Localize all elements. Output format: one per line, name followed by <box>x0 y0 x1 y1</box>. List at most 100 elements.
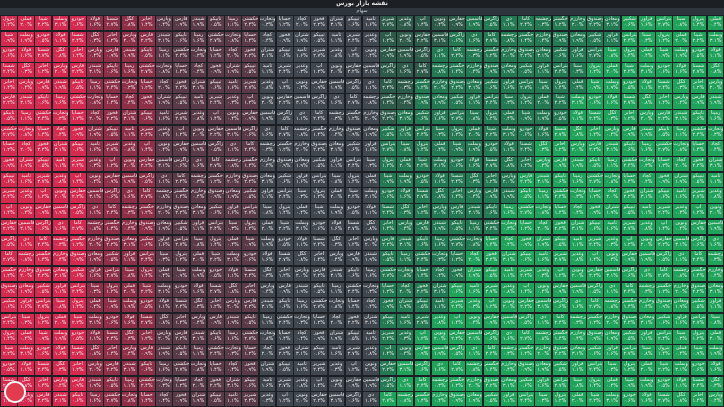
stock-tile[interactable]: تاپیکو ۰.۵% <box>137 46 156 63</box>
stock-tile[interactable]: وتجارت ۰.۸% <box>17 124 35 141</box>
stock-tile[interactable]: ومعادن ۱.۹% <box>224 187 242 204</box>
stock-tile[interactable]: فولاد ۱.۶% <box>534 124 553 141</box>
stock-tile[interactable]: ونوین ۰.۴% <box>362 46 380 63</box>
stock-tile[interactable]: کچاد ۲.۰% <box>189 375 208 392</box>
stock-tile[interactable]: دی ۱.۶% <box>327 93 346 110</box>
stock-tile[interactable]: وصندوق ۰.۹% <box>586 328 604 345</box>
stock-tile[interactable]: خودرو ۰.۵% <box>206 265 225 283</box>
stock-tile[interactable]: وتجارت ۰.۸% <box>86 93 104 110</box>
stock-tile[interactable]: بترانس ۲.۷% <box>379 140 397 157</box>
stock-tile[interactable]: ومعادن ۱.۹% <box>362 124 380 141</box>
stock-tile[interactable]: کگل ۰.۸% <box>155 312 173 330</box>
stock-tile[interactable]: کگل ۰.۸% <box>224 281 242 298</box>
stock-tile[interactable]: فارس ۲.۲% <box>68 62 87 79</box>
stock-tile[interactable]: سیتا ۰.۸% <box>189 234 208 251</box>
stock-tile[interactable]: حکشتی ۲.۷% <box>172 359 191 377</box>
stock-tile[interactable]: فخوز ۲.۲% <box>689 156 708 173</box>
stock-tile[interactable]: وخارزم ۲.۰% <box>17 265 35 283</box>
stock-tile[interactable]: وتجارت ۰.۸% <box>672 140 691 157</box>
stock-tile[interactable]: بترانس ۲.۴% <box>0 312 18 330</box>
stock-tile[interactable]: وتجارت ۰.۳% <box>258 15 277 32</box>
stock-tile[interactable]: ثامید ۱.۱% <box>258 62 277 79</box>
stock-tile[interactable]: زاگرس ۰.۵% <box>655 250 673 267</box>
stock-tile[interactable]: شپنا ۰.۹% <box>0 30 18 47</box>
stock-tile[interactable]: اخابر ۱.۴% <box>689 391 708 407</box>
stock-tile[interactable]: فاسمین ۱.۹% <box>430 344 449 361</box>
stock-tile[interactable]: حفارس ۰.۹% <box>448 15 466 32</box>
stock-tile[interactable]: بترانس ۲.۴% <box>586 359 604 377</box>
stock-tile[interactable]: ومعادن ۱.۹% <box>86 250 104 267</box>
stock-tile[interactable]: وتجارت ۰.۸% <box>120 391 139 407</box>
stock-tile[interactable]: شبریز ۲.۷% <box>379 15 397 32</box>
stock-tile[interactable]: کاما ۲.۴% <box>34 234 53 251</box>
stock-tile[interactable]: کچاد ۲.۰% <box>534 218 553 235</box>
stock-tile[interactable]: وصندوق ۰.۹% <box>137 218 156 235</box>
stock-tile[interactable]: خساپا ۱.۴% <box>413 265 432 283</box>
stock-tile[interactable]: وغدیر ۰.۳% <box>534 265 553 283</box>
stock-tile[interactable]: شکبیر ۰.۶% <box>517 375 535 392</box>
stock-tile[interactable]: حکشتی ۲.۴% <box>482 218 501 235</box>
stock-tile[interactable]: کچاد ۰.۴% <box>51 124 70 141</box>
stock-tile[interactable]: فملی ۲.۰% <box>120 281 139 298</box>
stock-tile[interactable]: کاما ۲.۷% <box>275 124 294 141</box>
stock-tile[interactable]: حفارس ۲.۲% <box>310 391 329 407</box>
stock-tile[interactable]: تاپیکو ۰.۶% <box>34 93 53 110</box>
stock-tile[interactable]: دی ۱.۱% <box>430 46 449 63</box>
stock-tile[interactable]: شبندر ۳.۱% <box>672 109 691 126</box>
stock-tile[interactable]: حفارس ۲.۲% <box>344 62 363 79</box>
stock-tile[interactable]: وبملت ۱.۹% <box>17 30 35 47</box>
stock-tile[interactable]: وبملت ۳.۱% <box>430 156 449 173</box>
stock-tile[interactable]: تیپیکو ۰.۶% <box>379 312 397 330</box>
stock-tile[interactable]: اخابر۱.۲% <box>620 109 639 126</box>
stock-tile[interactable]: فملی ۲.۰% <box>396 156 415 173</box>
stock-tile[interactable]: تاپیکو ۰.۶% <box>344 265 363 283</box>
stock-tile[interactable]: سیتا ۰.۳% <box>534 391 553 407</box>
stock-tile[interactable]: سیتا ۰.۳% <box>672 328 691 345</box>
stock-tile[interactable]: فملی ۰.۴% <box>499 109 518 126</box>
stock-tile[interactable]: تاپیکو ۰.۶% <box>275 297 294 314</box>
stock-tile[interactable]: پترول ۱.۴% <box>620 46 639 63</box>
stock-tile[interactable]: شکبیر ۰.۶% <box>655 312 673 330</box>
stock-tile[interactable]: ومعادن ۱.۹% <box>465 391 484 407</box>
stock-tile[interactable]: دی ۱.۶% <box>499 328 518 345</box>
stock-tile[interactable]: فاسمین ۱.۹% <box>327 77 346 94</box>
stock-tile[interactable]: دی ۱.۶% <box>465 30 484 47</box>
stock-tile[interactable]: آپ ۱.۴% <box>206 109 225 126</box>
stock-tile[interactable]: ومعادن ۳.۱% <box>465 77 484 94</box>
stock-tile[interactable]: وپارس ۰.۴% <box>17 77 35 94</box>
stock-tile[interactable]: آپ ۱.۴% <box>655 218 673 235</box>
stock-tile[interactable]: شبریز ۲.۷% <box>172 109 191 126</box>
stock-tile[interactable]: سرچشمه۰.۳% <box>706 250 724 267</box>
stock-tile[interactable]: کگل ۰.۸% <box>86 344 104 361</box>
stock-tile[interactable]: وغدیر ۰.۸% <box>258 77 277 94</box>
stock-tile[interactable]: ونوین ۰.۴% <box>17 203 35 220</box>
stock-tile[interactable]: رمپنا ۱.۱% <box>120 375 139 392</box>
stock-tile[interactable]: حکشتی ۲.۷% <box>310 297 329 314</box>
stock-tile[interactable]: فملی ۲.۰% <box>568 391 587 407</box>
stock-tile[interactable]: فاسمین ۱.۹% <box>189 140 208 157</box>
stock-tile[interactable]: بترانس ۲.۷% <box>172 234 191 251</box>
stock-tile[interactable]: شپنا ۲.۲% <box>344 187 363 204</box>
stock-tile[interactable]: کگل ۰.۸% <box>672 391 691 407</box>
stock-tile[interactable]: بترانس ۲.۷% <box>34 297 53 314</box>
stock-tile[interactable]: شستا۲.۷% <box>655 391 673 407</box>
stock-tile[interactable]: حکشتی ۲.۷% <box>137 62 156 79</box>
stock-tile[interactable]: خگستر ۱.۴% <box>379 93 397 110</box>
stock-tile[interactable]: فاسمین ۳.۱% <box>430 30 449 47</box>
stock-tile[interactable]: شبندر ۳.۱% <box>603 140 622 157</box>
stock-tile[interactable]: وصندوق ۲.۲% <box>586 15 604 32</box>
stock-tile[interactable]: وتجارت ۰.۳% <box>224 344 242 361</box>
stock-tile[interactable]: خگستر ۱.۲% <box>517 344 535 361</box>
stock-tile[interactable]: کچاد ۲.۰% <box>396 281 415 298</box>
stock-tile[interactable]: فملی ۰.۴% <box>430 140 449 157</box>
stock-tile[interactable]: اخابر ۱.۴% <box>517 156 535 173</box>
stock-tile[interactable]: وپارس ۰.۴% <box>327 250 346 267</box>
stock-tile[interactable]: کگل ۰.۸% <box>706 62 724 79</box>
stock-tile[interactable]: فارس ۰.۹% <box>689 93 708 110</box>
stock-tile[interactable]: حکشتی ۲.۷% <box>448 234 466 251</box>
stock-tile[interactable]: زاگرس ۰.۶% <box>344 391 363 407</box>
stock-tile[interactable]: شتران ۳.۱% <box>637 187 656 204</box>
stock-tile[interactable]: کاما ۲.۴% <box>517 15 535 32</box>
stock-tile[interactable]: حکشتی ۲.۷% <box>586 171 604 188</box>
stock-tile[interactable]: تیپیکو ۰.۶% <box>586 218 604 235</box>
